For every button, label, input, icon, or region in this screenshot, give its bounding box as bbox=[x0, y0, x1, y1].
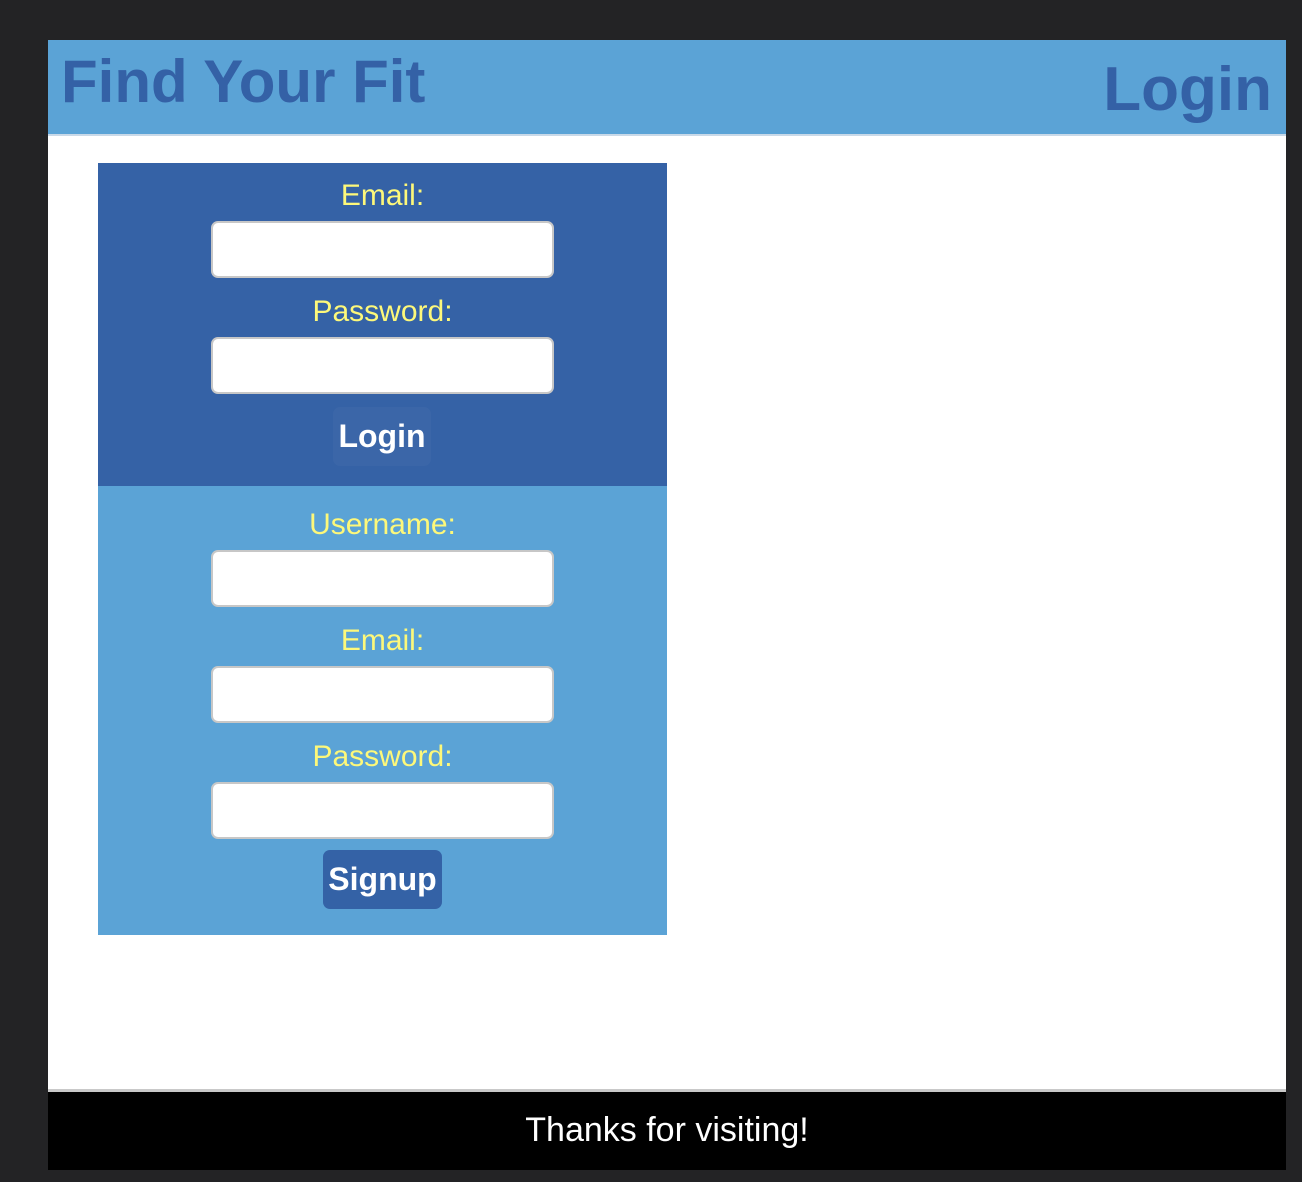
signup-button[interactable]: Signup bbox=[323, 850, 442, 909]
site-title: Find Your Fit bbox=[61, 48, 426, 115]
page-header: Find Your Fit Login bbox=[48, 40, 1286, 136]
signup-form: Username: Email: Password: Signup bbox=[98, 486, 667, 935]
login-email-input[interactable] bbox=[211, 221, 554, 278]
login-password-label: Password: bbox=[312, 295, 453, 328]
signup-password-label: Password: bbox=[312, 740, 453, 773]
page-heading: Login bbox=[1103, 55, 1272, 124]
login-button[interactable]: Login bbox=[333, 407, 431, 466]
login-password-input[interactable] bbox=[211, 337, 554, 394]
login-email-label: Email: bbox=[340, 179, 425, 212]
signup-username-label: Username: bbox=[309, 508, 456, 541]
signup-username-input[interactable] bbox=[211, 550, 554, 607]
footer-text: Thanks for visiting! bbox=[525, 1111, 809, 1149]
signup-email-label: Email: bbox=[340, 624, 425, 657]
login-form: Email: Password: Login bbox=[98, 163, 667, 486]
signup-email-input[interactable] bbox=[211, 666, 554, 723]
browser-viewport: Find Your Fit Login Email: Password: Log… bbox=[48, 40, 1286, 1170]
page-footer: Thanks for visiting! bbox=[48, 1089, 1286, 1170]
signup-password-input[interactable] bbox=[211, 782, 554, 839]
